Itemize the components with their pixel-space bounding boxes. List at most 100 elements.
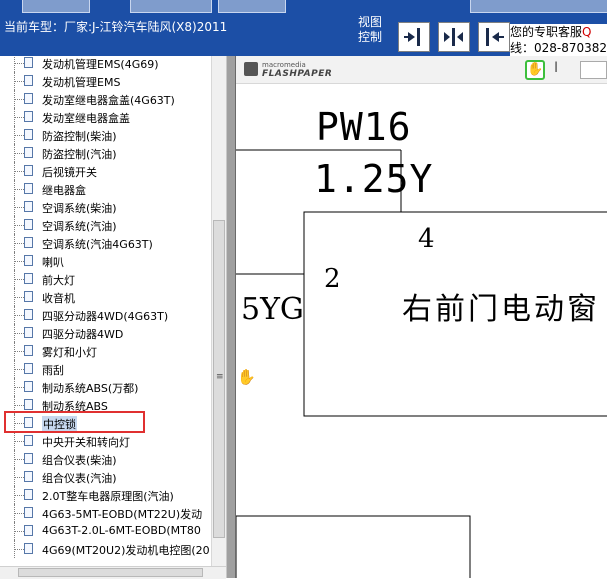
tree-item-label: 发动室继电器盒盖 bbox=[42, 112, 130, 125]
document-icon bbox=[24, 309, 33, 320]
document-icon bbox=[24, 237, 33, 248]
tree-item[interactable]: 空调系统(汽油4G63T) bbox=[0, 234, 211, 252]
view-fit-both-button[interactable] bbox=[438, 22, 470, 52]
tree-item[interactable]: 空调系统(汽油) bbox=[0, 216, 211, 234]
document-icon bbox=[24, 255, 33, 266]
tree-item-label: 雾灯和小灯 bbox=[42, 346, 97, 359]
tree-item[interactable]: 四驱分动器4WD(4G63T) bbox=[0, 306, 211, 324]
document-icon bbox=[24, 327, 33, 338]
arrow-right-bar-icon bbox=[404, 28, 420, 46]
pin-top-number: 4 bbox=[418, 224, 435, 254]
text-select-tool-button[interactable]: I bbox=[554, 60, 558, 76]
tree-item[interactable]: 前大灯 bbox=[0, 270, 211, 288]
pane-splitter[interactable] bbox=[226, 56, 236, 578]
document-icon bbox=[24, 489, 33, 500]
customer-service-phone: 线：028-870382 bbox=[510, 41, 607, 55]
tree-item-label: 制动系统ABS(万都) bbox=[42, 382, 139, 395]
wire-spec-text: 1.25Y bbox=[314, 157, 433, 201]
tree-item[interactable]: 2.0T整车电器原理图(汽油) bbox=[0, 486, 211, 504]
document-icon bbox=[24, 345, 33, 356]
document-icon bbox=[24, 399, 33, 410]
tree-item-label: 继电器盒 bbox=[42, 184, 86, 197]
tree-item-label: 防盗控制(汽油) bbox=[42, 148, 117, 161]
top-tab-1[interactable] bbox=[22, 0, 90, 13]
tree-item[interactable]: 发动室继电器盒盖(4G63T) bbox=[0, 90, 211, 108]
document-icon bbox=[24, 453, 33, 464]
view-control-label: 视图控制 bbox=[358, 15, 383, 44]
document-icon bbox=[24, 507, 33, 518]
tree-item-label: 发动机管理EMS bbox=[42, 76, 121, 89]
hand-cursor-icon: ✋ bbox=[237, 368, 256, 386]
customer-service-qq[interactable]: Q bbox=[582, 25, 591, 39]
tree-item-label: 空调系统(柴油) bbox=[42, 202, 117, 215]
view-fit-left-button[interactable] bbox=[478, 22, 510, 52]
tree-item[interactable]: 雨刮 bbox=[0, 360, 211, 378]
tree-item[interactable]: 后视镜开关 bbox=[0, 162, 211, 180]
tree-item-label: 发动机管理EMS(4G69) bbox=[42, 58, 159, 71]
tree-item[interactable]: 空调系统(柴油) bbox=[0, 198, 211, 216]
customer-service-info: 您的专职客服Q 线：028-870382 bbox=[510, 24, 607, 56]
document-icon bbox=[24, 183, 33, 194]
top-tab-2[interactable] bbox=[130, 0, 212, 13]
arrows-inward-icon bbox=[444, 28, 463, 46]
tree-item[interactable]: 发动机管理EMS(4G69) bbox=[0, 56, 211, 72]
tree-item[interactable]: 中央开关和转向灯 bbox=[0, 432, 211, 450]
tree-item-label: 雨刮 bbox=[42, 364, 64, 377]
wiring-diagram: PW16 1.25Y 4 2 5YG 右前门电动窗 bbox=[236, 105, 607, 578]
diagram-tree[interactable]: 发动机管理EMS(4G69) 发动机管理EMS 发动室继电器盒盖(4G63T) 发动室… bbox=[0, 56, 211, 566]
top-tab-3[interactable] bbox=[218, 0, 286, 13]
document-icon bbox=[24, 525, 33, 536]
tree-item[interactable]: 发动机管理EMS bbox=[0, 72, 211, 90]
top-header: 当前车型：厂家:J-江铃汽车陆风(X8)2011 视图控制 您的专职客服Q 线：… bbox=[0, 0, 607, 56]
tree-item[interactable]: 防盗控制(汽油) bbox=[0, 144, 211, 162]
hand-tool-button[interactable]: ✋ bbox=[525, 60, 545, 80]
tree-item[interactable]: 四驱分动器4WD bbox=[0, 324, 211, 342]
tree-item[interactable]: 组合仪表(汽油) bbox=[0, 468, 211, 486]
tree-item[interactable]: 组合仪表(柴油) bbox=[0, 450, 211, 468]
top-tab-4[interactable] bbox=[470, 0, 607, 13]
tree-item[interactable]: 喇叭 bbox=[0, 252, 211, 270]
wire-code-text: PW16 bbox=[316, 105, 412, 149]
current-vehicle-label: 当前车型：厂家:J-江铃汽车陆风(X8)2011 bbox=[4, 20, 228, 34]
document-icon bbox=[24, 435, 33, 446]
tree-item[interactable]: 4G69(MT20U2)发动机电控图(20 bbox=[0, 540, 211, 558]
tree-item-label: 组合仪表(汽油) bbox=[42, 472, 117, 485]
document-icon bbox=[24, 111, 33, 122]
tree-item-label: 防盗控制(柴油) bbox=[42, 130, 117, 143]
scroll-grip-icon: ≡ bbox=[216, 372, 224, 382]
tree-item[interactable]: 制动系统ABS(万都) bbox=[0, 378, 211, 396]
tree-item-label: 四驱分动器4WD(4G63T) bbox=[42, 310, 169, 323]
component-name-text: 右前门电动窗 bbox=[402, 292, 600, 327]
view-fit-right-button[interactable] bbox=[398, 22, 430, 52]
document-icon bbox=[24, 363, 33, 374]
tree-horizontal-scrollbar[interactable] bbox=[0, 566, 226, 579]
wiring-diagram-canvas[interactable]: PW16 1.25Y 4 2 5YG 右前门电动窗 bbox=[236, 84, 607, 578]
tree-item-label: 组合仪表(柴油) bbox=[42, 454, 117, 467]
document-icon bbox=[24, 273, 33, 284]
tree-item-label: 2.0T整车电器原理图(汽油) bbox=[42, 490, 174, 503]
tree-item-label: 空调系统(汽油) bbox=[42, 220, 117, 233]
tree-scroll-thumb[interactable]: ≡ bbox=[213, 220, 225, 538]
zoom-input[interactable] bbox=[580, 61, 607, 79]
tree-item-label: 喇叭 bbox=[42, 256, 64, 269]
tree-item[interactable]: 发动室继电器盒盖 bbox=[0, 108, 211, 126]
tree-item[interactable]: 4G63T-2.0L-6MT-EOBD(MT80 bbox=[0, 522, 211, 540]
tree-hscroll-thumb[interactable] bbox=[18, 568, 203, 577]
tree-item[interactable]: 4G63-5MT-EOBD(MT22U)发动 bbox=[0, 504, 211, 522]
tree-item-label: 四驱分动器4WD bbox=[42, 328, 124, 341]
document-icon bbox=[24, 165, 33, 176]
document-icon bbox=[24, 57, 33, 68]
tree-item-label: 4G63-5MT-EOBD(MT22U)发动 bbox=[42, 508, 203, 521]
selection-highlight-annotation bbox=[4, 411, 145, 433]
tree-item[interactable]: 收音机 bbox=[0, 288, 211, 306]
lower-component-box bbox=[236, 515, 471, 578]
tree-item[interactable]: 防盗控制(柴油) bbox=[0, 126, 211, 144]
document-icon bbox=[24, 129, 33, 140]
tree-item[interactable]: 雾灯和小灯 bbox=[0, 342, 211, 360]
document-icon bbox=[24, 219, 33, 230]
left-wire-code-text: 5YG bbox=[241, 292, 304, 327]
tree-item[interactable]: 继电器盒 bbox=[0, 180, 211, 198]
tree-item-label: 后视镜开关 bbox=[42, 166, 97, 179]
tree-vertical-scrollbar[interactable]: ≡ bbox=[211, 56, 227, 566]
tree-item-label: 4G63T-2.0L-6MT-EOBD(MT80 bbox=[42, 524, 201, 537]
